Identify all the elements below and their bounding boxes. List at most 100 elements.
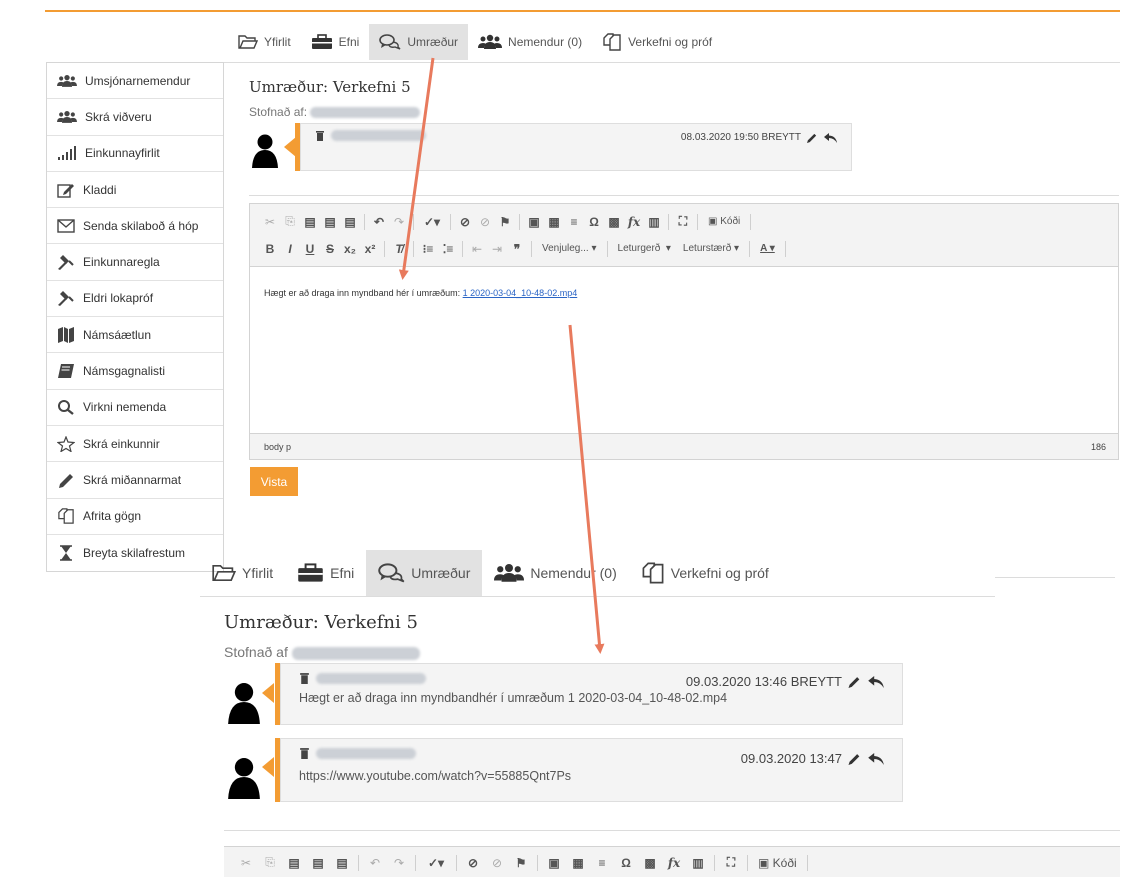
youtube-icon[interactable]: ▥ — [686, 856, 710, 870]
element-path[interactable]: body p — [264, 442, 291, 452]
numbered-list-icon[interactable]: ⁝≡ — [418, 242, 438, 256]
blockquote-icon[interactable]: ❞ — [507, 242, 527, 256]
copy-icon[interactable]: ⎘ — [258, 855, 282, 870]
pencil-icon[interactable] — [848, 675, 862, 688]
sidebar-item-umsjonarnemendur[interactable]: Umsjónarnemendur — [47, 63, 223, 100]
size-select[interactable]: Leturstærð ▾ — [677, 243, 745, 254]
tab-efni[interactable]: Efni — [301, 24, 370, 60]
unlink-icon[interactable]: ⊘ — [475, 215, 495, 229]
cut-icon[interactable]: ✂ — [234, 856, 258, 870]
sidebar-item-eldri-lokaprof[interactable]: Eldri lokapróf — [47, 281, 223, 318]
horizontal-line-icon[interactable]: ≡ — [564, 215, 584, 229]
toolbar-row-2: B I U S x₂ x² T̸ ⁝≡ ⁚≡ ⇤ ⇥ ❞ Venjuleg...… — [260, 235, 1108, 262]
tab-nemendur[interactable]: Nemendur (0) — [468, 24, 592, 60]
sidebar-item-einkunnaregla[interactable]: Einkunnaregla — [47, 244, 223, 281]
redo-icon[interactable]: ↷ — [389, 215, 409, 229]
anchor-flag-icon[interactable]: ⚑ — [509, 856, 533, 870]
subscript-icon[interactable]: x₂ — [340, 242, 360, 256]
sidebar-item-skra-einkunnir[interactable]: Skrá einkunnir — [47, 426, 223, 463]
underline-icon[interactable]: U — [300, 242, 320, 256]
sidebar-item-skra-midannarmat[interactable]: Skrá miðannarmat — [47, 462, 223, 499]
special-char-icon[interactable]: Ω — [614, 856, 638, 870]
image-icon[interactable]: ▣ — [542, 856, 566, 870]
paste-word-icon[interactable]: ▤ — [340, 215, 360, 229]
video-link[interactable]: 1 2020-03-04_10-48-02.mp4 — [463, 288, 578, 298]
font-select[interactable]: Leturgerð ▾ — [612, 243, 677, 254]
pencil-icon[interactable] — [807, 132, 818, 143]
color-value: A — [760, 243, 767, 254]
youtube-icon[interactable]: ▥ — [644, 215, 664, 229]
toolbar-separator — [456, 854, 457, 871]
undo-icon[interactable]: ↶ — [363, 856, 387, 870]
source-button[interactable]: ▣ Kóði — [702, 216, 746, 227]
sidebar-item-namsgagnalisti[interactable]: Námsgagnalisti — [47, 353, 223, 390]
tab-yfirlit[interactable]: Yfirlit — [228, 24, 301, 60]
sidebar-item-label: Senda skilaboð á hóp — [83, 218, 199, 233]
anchor-flag-icon[interactable]: ⚑ — [495, 215, 515, 229]
tab-umraedur[interactable]: Umræður — [369, 24, 469, 60]
redo-icon[interactable]: ↷ — [387, 856, 411, 870]
spellcheck-icon[interactable]: ✓▾ — [418, 215, 446, 229]
search-icon — [58, 400, 74, 416]
tab-yfirlit[interactable]: Yfirlit — [200, 550, 285, 596]
media-icon[interactable]: ▩ — [604, 215, 624, 229]
copy-icon[interactable]: ⎘ — [280, 214, 300, 229]
paste-text-icon[interactable]: ▤ — [320, 215, 340, 229]
sidebar-item-skra-vidveru[interactable]: Skrá viðveru — [47, 99, 223, 136]
toolbar-separator — [413, 240, 414, 257]
formula-icon[interactable]: fx — [662, 856, 686, 870]
trash-icon[interactable] — [299, 747, 310, 759]
sidebar-item-namsaaetlun[interactable]: Námsáætlun — [47, 317, 223, 354]
tab-nemendur[interactable]: Nemendur (0) — [482, 550, 628, 596]
tab-verkefni[interactable]: Verkefni og próf — [592, 24, 722, 60]
sidebar-item-virkni-nemenda[interactable]: Virkni nemenda — [47, 390, 223, 426]
special-char-icon[interactable]: Ω — [584, 215, 604, 229]
tab-verkefni[interactable]: Verkefni og próf — [629, 550, 781, 596]
format-select[interactable]: Venjuleg... ▾ — [536, 243, 603, 254]
bullet-list-icon[interactable]: ⁚≡ — [438, 242, 458, 256]
paste-icon[interactable]: ▤ — [282, 856, 306, 870]
link-icon[interactable]: ⊘ — [461, 856, 485, 870]
reply-icon[interactable] — [868, 675, 884, 688]
paste-text-icon[interactable]: ▤ — [306, 856, 330, 870]
table-icon[interactable]: ▦ — [544, 215, 564, 229]
trash-icon[interactable] — [299, 672, 310, 684]
paste-icon[interactable]: ▤ — [300, 215, 320, 229]
media-icon[interactable]: ▩ — [638, 856, 662, 870]
outdent-icon[interactable]: ⇤ — [467, 242, 487, 256]
remove-format-icon[interactable]: T̸ — [389, 242, 409, 256]
reply-icon[interactable] — [868, 752, 884, 765]
trash-icon[interactable] — [315, 130, 325, 141]
table-icon[interactable]: ▦ — [566, 856, 590, 870]
maximize-icon[interactable]: ⛶ — [673, 214, 693, 229]
bold-icon[interactable]: B — [260, 242, 280, 256]
undo-icon[interactable]: ↶ — [369, 215, 389, 229]
editor-content[interactable]: Hægt er að draga inn myndband hér í umræ… — [264, 288, 577, 298]
tab-efni[interactable]: Efni — [285, 550, 366, 596]
spellcheck-icon[interactable]: ✓▾ — [420, 856, 452, 870]
sidebar-item-einkunnayfirlit[interactable]: Einkunnayfirlit — [47, 136, 223, 172]
italic-icon[interactable]: I — [280, 242, 300, 256]
save-button[interactable]: Vista — [250, 467, 298, 496]
sidebar-item-afrita-gogn[interactable]: Afrita gögn — [47, 499, 223, 535]
reply-icon[interactable] — [824, 132, 837, 143]
image-icon[interactable]: ▣ — [524, 215, 544, 229]
source-button[interactable]: ▣ Kóði — [752, 856, 803, 870]
sidebar-item-kladdi[interactable]: Kladdi — [47, 172, 223, 209]
cut-icon[interactable]: ✂ — [260, 215, 280, 229]
page-title: Umræður: Verkefni 5 — [224, 612, 418, 633]
unlink-icon[interactable]: ⊘ — [485, 856, 509, 870]
maximize-icon[interactable]: ⛶ — [719, 855, 743, 870]
tab-umraedur[interactable]: Umræður — [366, 550, 483, 596]
text-color-button[interactable]: A ▾ — [754, 243, 781, 254]
strike-icon[interactable]: S — [320, 242, 340, 256]
pencil-icon[interactable] — [848, 752, 862, 765]
indent-icon[interactable]: ⇥ — [487, 242, 507, 256]
horizontal-line-icon[interactable]: ≡ — [590, 856, 614, 870]
sidebar-item-breyta-skilafrestum[interactable]: Breyta skilafrestum — [47, 535, 223, 571]
paste-word-icon[interactable]: ▤ — [330, 856, 354, 870]
sidebar-item-senda-skilabod[interactable]: Senda skilaboð á hóp — [47, 208, 223, 245]
link-icon[interactable]: ⊘ — [455, 215, 475, 229]
superscript-icon[interactable]: x² — [360, 242, 380, 256]
formula-icon[interactable]: fx — [624, 215, 644, 229]
